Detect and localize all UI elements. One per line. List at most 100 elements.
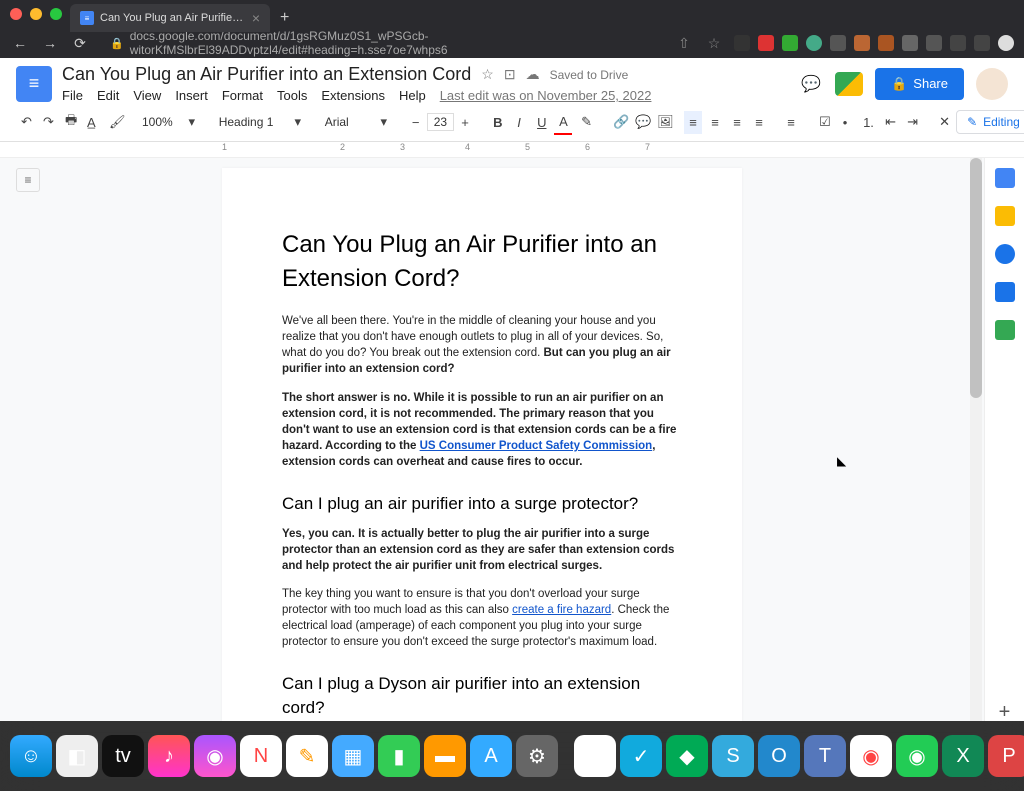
doc-title[interactable]: Can You Plug an Air Purifier into an Ext… <box>62 64 471 85</box>
line-spacing-button[interactable]: ≡ <box>782 111 800 134</box>
fontsize-decrease[interactable]: − <box>407 111 425 134</box>
contacts-icon[interactable] <box>995 282 1015 302</box>
tasks-icon[interactable] <box>995 244 1015 264</box>
ext-icon[interactable] <box>974 35 990 51</box>
scrollbar[interactable] <box>970 158 982 721</box>
finder-icon[interactable]: ☺ <box>10 735 52 777</box>
checklist-button[interactable]: ☑ <box>814 110 832 134</box>
bullet-list-button[interactable]: • <box>836 111 854 134</box>
paint-format-button[interactable]: 🖌 <box>104 110 122 134</box>
outline-toggle[interactable]: ≡ <box>16 168 40 192</box>
ext-icon[interactable] <box>806 35 822 51</box>
doc-heading-1[interactable]: Can You Plug an Air Purifier into an Ext… <box>282 228 682 295</box>
redo-button[interactable]: ↷ <box>38 110 56 134</box>
move-icon[interactable]: ⊡ <box>504 66 516 83</box>
font-select[interactable]: Arial <box>321 113 371 131</box>
nav-reload[interactable]: ⟳ <box>70 35 90 52</box>
keynote-icon[interactable]: ▬ <box>424 735 466 777</box>
fontsize-input[interactable]: 23 <box>427 113 454 131</box>
app-icon[interactable]: ✓ <box>620 735 662 777</box>
launchpad-icon[interactable]: ◧ <box>56 735 98 777</box>
teams-icon[interactable]: T <box>804 735 846 777</box>
add-addon-icon[interactable]: + <box>995 701 1015 721</box>
document-page[interactable]: Can You Plug an Air Purifier into an Ext… <box>222 168 742 721</box>
undo-button[interactable]: ↶ <box>16 110 34 134</box>
style-select[interactable]: Heading 1 <box>215 113 285 131</box>
podcasts-icon[interactable]: ◉ <box>194 735 236 777</box>
menu-insert[interactable]: Insert <box>175 88 208 103</box>
doc-heading-2[interactable]: Can I plug a Dyson air purifier into an … <box>282 672 682 720</box>
insert-image-button[interactable]: 🖼 <box>652 110 670 134</box>
music-icon[interactable]: ♪ <box>148 735 190 777</box>
menu-help[interactable]: Help <box>399 88 426 103</box>
app-icon[interactable]: ▦ <box>332 735 374 777</box>
calendar-icon[interactable] <box>995 168 1015 188</box>
tab-close-icon[interactable]: × <box>252 10 260 26</box>
link[interactable]: US Consumer Product Safety Commission <box>420 440 653 452</box>
url-input[interactable]: 🔒 docs.google.com/document/d/1gsRGMuz0S1… <box>100 29 664 57</box>
ext-icon[interactable] <box>854 35 870 51</box>
excel-icon[interactable]: X <box>942 735 984 777</box>
profile-avatar[interactable] <box>998 35 1014 51</box>
insert-comment-button[interactable]: 💬 <box>630 110 648 134</box>
menu-edit[interactable]: Edit <box>97 88 119 103</box>
align-left-button[interactable]: ≡ <box>684 111 702 134</box>
ext-icon[interactable] <box>782 35 798 51</box>
bookmark-icon[interactable]: ☆ <box>704 35 724 52</box>
highlight-button[interactable]: ✎ <box>576 110 594 134</box>
maps-icon[interactable] <box>995 320 1015 340</box>
window-maximize[interactable] <box>50 8 62 20</box>
underline-button[interactable]: U <box>532 111 550 134</box>
app-icon[interactable]: ◆ <box>666 735 708 777</box>
align-justify-button[interactable]: ≡ <box>750 111 768 134</box>
chrome-icon[interactable]: ◉ <box>574 735 616 777</box>
settings-icon[interactable]: ⚙ <box>516 735 558 777</box>
star-icon[interactable]: ☆ <box>481 66 494 83</box>
ruler[interactable]: 1 2 3 4 5 6 7 <box>0 142 1024 158</box>
doc-paragraph[interactable]: The key thing you want to ensure is that… <box>282 586 682 650</box>
chevron-down-icon[interactable]: ▾ <box>375 110 393 134</box>
link[interactable]: create a fire hazard <box>512 604 611 616</box>
doc-paragraph[interactable]: Yes, you can. It is actually better to p… <box>282 526 682 574</box>
clear-format-button[interactable]: ✕ <box>934 110 952 134</box>
ext-icon[interactable] <box>878 35 894 51</box>
doc-heading-2[interactable]: Can I plug an air purifier into a surge … <box>282 492 682 516</box>
chevron-down-icon[interactable]: ▾ <box>183 110 201 134</box>
news-icon[interactable]: N <box>240 735 282 777</box>
menu-extensions[interactable]: Extensions <box>321 88 385 103</box>
indent-increase-button[interactable]: ⇥ <box>902 110 920 134</box>
meet-icon[interactable] <box>835 72 863 96</box>
comments-icon[interactable]: 💬 <box>799 72 823 96</box>
browser-tab[interactable]: ≡ Can You Plug an Air Purifier int... × <box>70 4 270 32</box>
bold-button[interactable]: B <box>488 111 506 134</box>
numbers-icon[interactable]: ▮ <box>378 735 420 777</box>
scroll-thumb[interactable] <box>970 158 982 398</box>
appletv-icon[interactable]: tv <box>102 735 144 777</box>
menu-format[interactable]: Format <box>222 88 263 103</box>
nav-back[interactable]: ← <box>10 35 30 51</box>
doc-paragraph[interactable]: The short answer is no. While it is poss… <box>282 390 682 470</box>
new-tab-button[interactable]: + <box>280 9 289 27</box>
document-area[interactable]: ≡ Can You Plug an Air Purifier into an E… <box>0 158 1024 721</box>
ext-icon[interactable] <box>950 35 966 51</box>
powerpoint-icon[interactable]: P <box>988 735 1024 777</box>
share-page-icon[interactable]: ⇧ <box>674 35 694 52</box>
pages-icon[interactable]: ✎ <box>286 735 328 777</box>
chevron-down-icon[interactable]: ▾ <box>289 110 307 134</box>
spellcheck-button[interactable]: A̲ <box>82 111 100 134</box>
nav-forward[interactable]: → <box>40 35 60 51</box>
zoom-select[interactable]: 100% <box>136 113 179 131</box>
share-button[interactable]: 🔒 Share <box>875 68 964 100</box>
menu-file[interactable]: File <box>62 88 83 103</box>
last-edit[interactable]: Last edit was on November 25, 2022 <box>440 88 652 103</box>
insert-link-button[interactable]: 🔗 <box>608 110 626 134</box>
print-button[interactable]: 🖶 <box>60 107 78 137</box>
docs-logo-icon[interactable]: ≡ <box>16 66 52 102</box>
doc-paragraph[interactable]: We've all been there. You're in the midd… <box>282 313 682 377</box>
menu-view[interactable]: View <box>133 88 161 103</box>
window-close[interactable] <box>10 8 22 20</box>
ext-icon[interactable] <box>830 35 846 51</box>
outlook-icon[interactable]: O <box>758 735 800 777</box>
italic-button[interactable]: I <box>510 111 528 134</box>
cloud-icon[interactable]: ☁ <box>526 66 540 83</box>
